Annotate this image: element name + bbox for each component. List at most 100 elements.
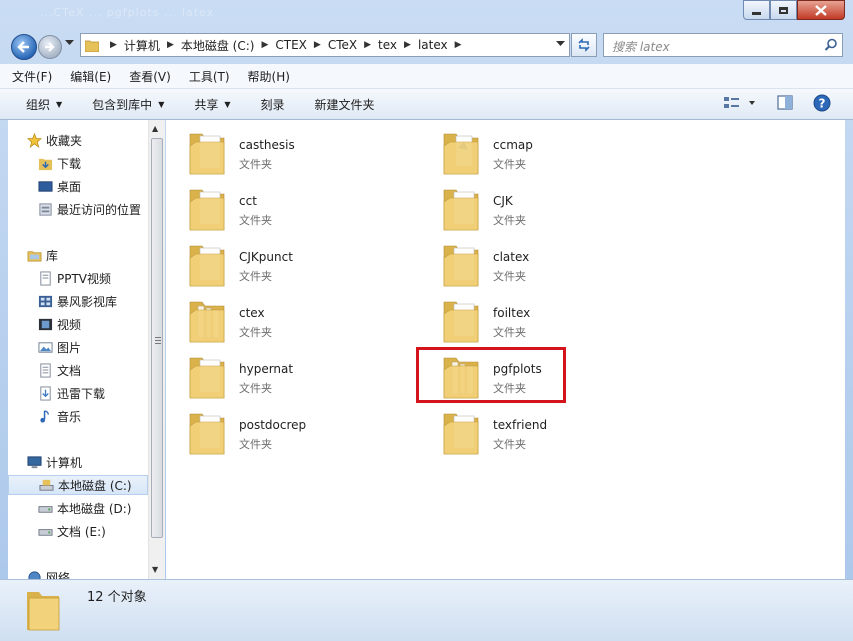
include-in-library-button[interactable]: 包含到库中 ▼ [86, 96, 170, 113]
recent-places-icon [37, 201, 53, 217]
burn-button[interactable]: 刻录 [255, 96, 291, 113]
share-button[interactable]: 共享 ▼ [188, 96, 236, 113]
folder-item[interactable]: clatex 文件夹 [420, 236, 660, 288]
network-icon [26, 569, 42, 579]
sidebar-recent-places[interactable]: 最近访问的位置 [37, 199, 141, 219]
sidebar-drive-d[interactable]: 本地磁盘 (D:) [37, 498, 131, 518]
sidebar-desktop[interactable]: 桌面 [37, 176, 81, 196]
folder-item[interactable]: cct 文件夹 [166, 180, 406, 232]
breadcrumb-computer[interactable]: 计算机 ▶ [124, 37, 181, 54]
folder-type: 文件夹 [239, 326, 272, 339]
sidebar-pictures-label: 图片 [57, 340, 82, 355]
folder-name: postdocrep [239, 418, 307, 432]
address-bar[interactable]: ▶ 计算机 ▶ 本地磁盘 (C:) ▶ CTEX ▶ CTeX ▶ tex ▶ latex… [80, 33, 570, 57]
scroll-up-icon[interactable]: ▲ [152, 124, 158, 133]
close-icon [815, 4, 827, 16]
include-library-label: 包含到库中 [92, 97, 153, 112]
folder-type: 文件夹 [493, 214, 526, 227]
menu-bar: 文件(F) 编辑(E) 查看(V) 工具(T) 帮助(H) [0, 64, 853, 89]
folder-icon [27, 592, 60, 631]
folder-name: CJK [493, 194, 513, 208]
preview-pane-button[interactable] [776, 93, 794, 116]
music-note-icon [37, 408, 53, 424]
hard-drive-icon [37, 523, 53, 539]
scroll-down-icon[interactable]: ▼ [152, 565, 158, 574]
folder-icon [189, 301, 225, 343]
menu-tools[interactable]: 工具(T) [183, 68, 236, 85]
search-placeholder: 搜索 latex [612, 40, 670, 54]
arrow-right-icon [45, 42, 55, 52]
help-button[interactable]: ? [813, 93, 831, 116]
sidebar-pictures[interactable]: 图片 [37, 337, 81, 357]
sidebar-drive-c[interactable]: 本地磁盘 (C:) [8, 475, 148, 495]
sidebar-downloads-label: 下载 [57, 156, 82, 171]
share-label: 共享 [194, 97, 219, 112]
folder-type: 文件夹 [493, 438, 526, 451]
scrollbar-thumb[interactable] [151, 138, 163, 538]
breadcrumb-drive-c[interactable]: 本地磁盘 (C:) ▶ [181, 37, 276, 54]
sidebar-network[interactable]: 网络 [26, 567, 70, 579]
close-button[interactable] [797, 0, 845, 20]
sidebar-computer[interactable]: 计算机 [26, 452, 82, 472]
folder-item[interactable]: casthesis 文件夹 [166, 124, 406, 176]
change-view-button[interactable] [722, 93, 758, 116]
breadcrumb-ctex-root[interactable]: CTEX ▶ [275, 38, 327, 52]
menu-file[interactable]: 文件(F) [6, 68, 58, 85]
folder-item[interactable]: pgfplots 文件夹 [420, 348, 660, 400]
video-library-icon [37, 293, 53, 309]
folder-item[interactable]: CJK 文件夹 [420, 180, 660, 232]
folder-icon [189, 413, 225, 455]
organize-label: 组织 [26, 97, 51, 112]
sidebar-downloads[interactable]: 下载 [37, 153, 81, 173]
sidebar-baofeng[interactable]: 暴风影视库 [37, 291, 117, 311]
folder-item[interactable]: ctex 文件夹 [166, 292, 406, 344]
sidebar-documents[interactable]: 文档 [37, 360, 81, 380]
sidebar-favorites[interactable]: 收藏夹 [26, 130, 82, 150]
menu-help[interactable]: 帮助(H) [242, 68, 296, 85]
folder-item[interactable]: ccmap 文件夹 [420, 124, 660, 176]
folder-item[interactable]: postdocrep 文件夹 [166, 404, 406, 456]
sidebar-xunlei[interactable]: 迅雷下载 [37, 383, 105, 403]
refresh-icon [578, 38, 590, 52]
desktop-icon [37, 178, 53, 194]
title-bar[interactable]: ...CTeX ... pgfplots ... latex [0, 0, 853, 28]
sidebar-libraries[interactable]: 库 [26, 245, 58, 265]
breadcrumb-latex[interactable]: latex ▶ [418, 38, 469, 52]
recent-pages-dropdown-icon[interactable] [65, 40, 74, 46]
sidebar-music[interactable]: 音乐 [37, 406, 81, 426]
search-box[interactable]: 搜索 latex [603, 33, 843, 57]
breadcrumb-separator[interactable]: ▶ [103, 40, 124, 50]
folder-name: ctex [239, 306, 265, 320]
sidebar-pptv[interactable]: PPTV视频 [37, 268, 111, 288]
menu-edit[interactable]: 编辑(E) [64, 68, 117, 85]
folder-icon [189, 133, 225, 175]
folder-item[interactable]: texfriend 文件夹 [420, 404, 660, 456]
sidebar-drive-e[interactable]: 文档 (E:) [37, 521, 106, 541]
view-options-icon [724, 97, 755, 108]
folder-icon [85, 40, 99, 52]
folder-item[interactable]: foiltex 文件夹 [420, 292, 660, 344]
folder-type: 文件夹 [239, 438, 272, 451]
back-button[interactable] [11, 34, 37, 60]
minimize-button[interactable] [743, 0, 770, 20]
search-icon[interactable] [824, 38, 838, 52]
new-folder-button[interactable]: 新建文件夹 [309, 96, 381, 113]
organize-button[interactable]: 组织 ▼ [20, 96, 68, 113]
breadcrumb-tex[interactable]: tex ▶ [378, 38, 418, 52]
folder-icon [189, 245, 225, 287]
system-drive-icon [38, 477, 54, 493]
navigation-pane-scrollbar[interactable]: ▲ ▼ [148, 120, 165, 579]
folder-item[interactable]: hypernat 文件夹 [166, 348, 406, 400]
xunlei-download-icon [37, 385, 53, 401]
menu-view[interactable]: 查看(V) [123, 68, 177, 85]
folder-item[interactable]: CJKpunct 文件夹 [166, 236, 406, 288]
folder-icon [443, 301, 479, 343]
breadcrumb-ctex[interactable]: CTeX ▶ [328, 38, 378, 52]
sidebar-videos[interactable]: 视频 [37, 314, 81, 334]
folder-icon [443, 189, 479, 231]
maximize-button[interactable] [770, 0, 797, 20]
address-dropdown-icon[interactable] [556, 41, 565, 47]
dropdown-arrow-icon: ▼ [158, 99, 165, 109]
forward-button[interactable] [38, 35, 62, 59]
refresh-button[interactable] [571, 33, 597, 57]
